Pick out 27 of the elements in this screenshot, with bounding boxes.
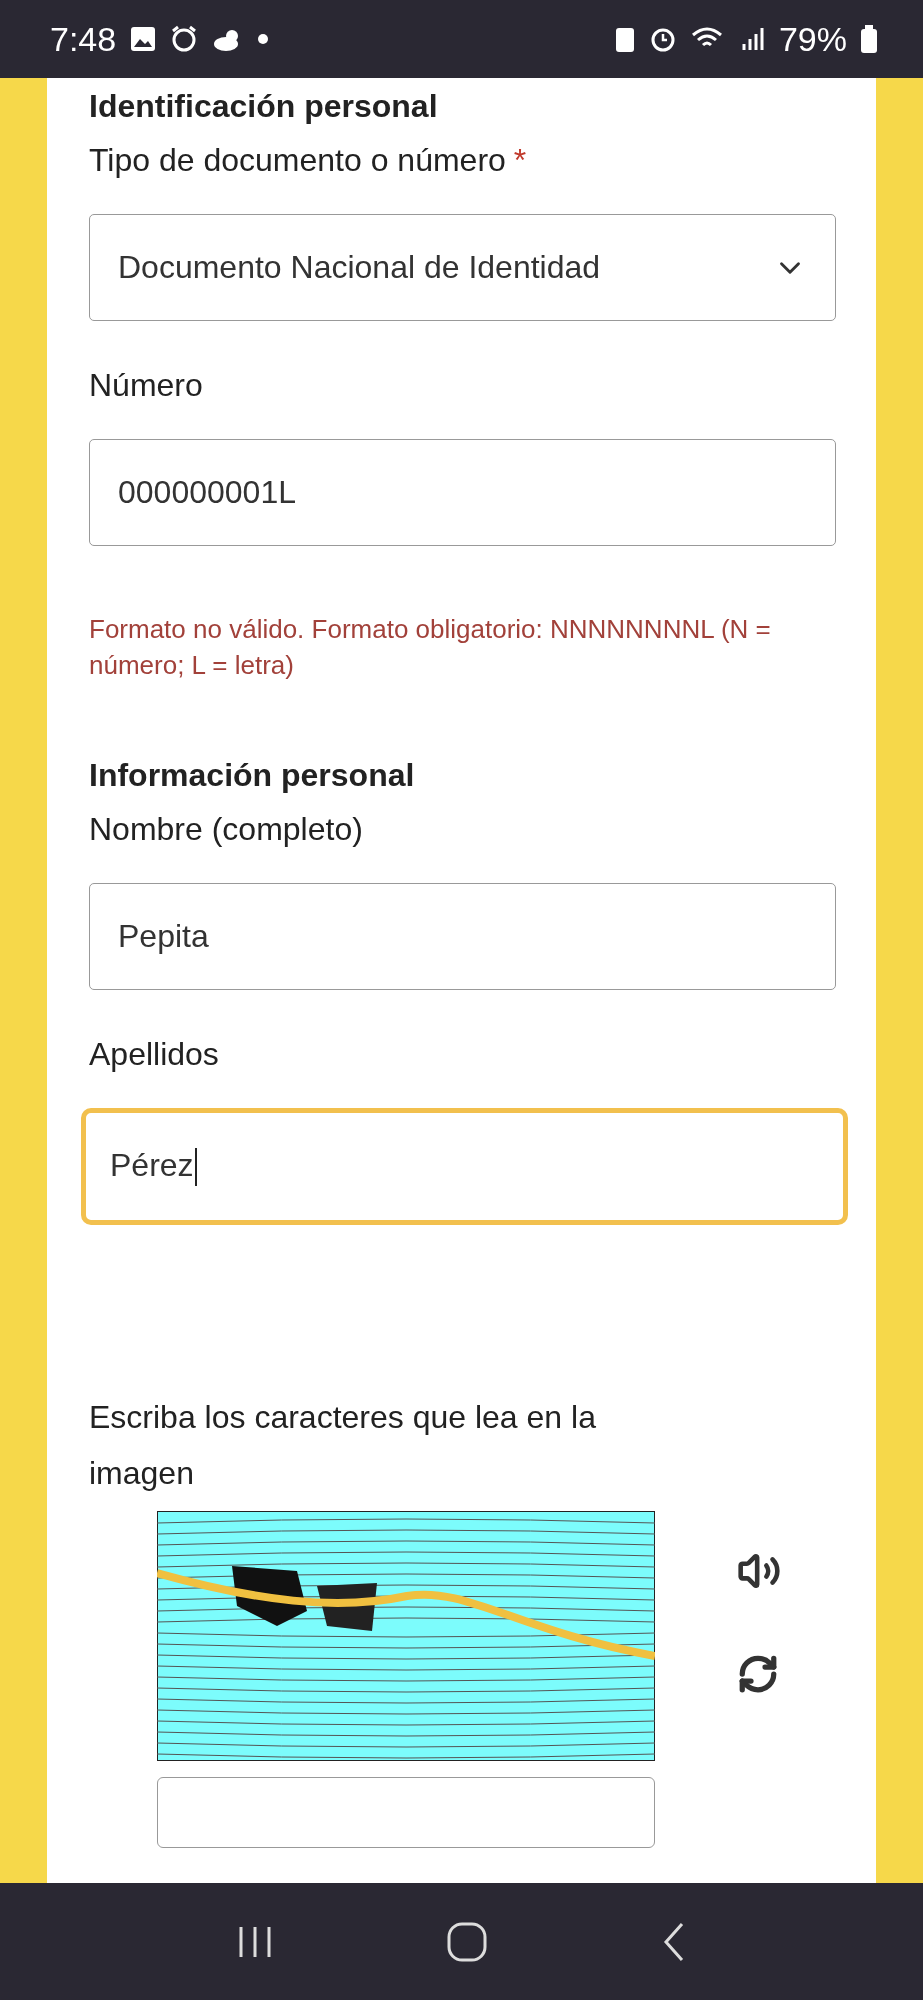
section-heading: Identificación personal — [89, 87, 439, 126]
text-input-field[interactable]: Pepita — [89, 883, 836, 990]
captcha-label: Escriba los caracteres que lea en la imagen — [89, 1398, 597, 1493]
battery-saver-icon — [614, 25, 635, 53]
notification-dot-icon — [258, 34, 269, 44]
signal-icon — [740, 26, 765, 52]
refresh-icon[interactable] — [737, 1653, 779, 1695]
captcha-input-field[interactable] — [157, 1777, 655, 1848]
text-input-field[interactable]: Pérez — [81, 1108, 848, 1225]
image-icon — [130, 26, 157, 52]
battery-icon — [861, 25, 877, 53]
field-label: Nombre (completo) — [89, 810, 364, 849]
field-label: Tipo de documento o número * — [89, 141, 528, 180]
clock: 7:48 — [50, 19, 117, 59]
home-icon[interactable] — [447, 1921, 488, 1962]
document-type-select[interactable]: Documento Nacional de Identidad — [89, 214, 836, 321]
field-label: Número — [89, 366, 204, 405]
battery-percentage: 79% — [778, 19, 847, 59]
field-label: Apellidos — [89, 1035, 220, 1074]
text-input-field[interactable]: 000000001L — [89, 439, 836, 546]
back-icon[interactable] — [661, 1921, 686, 1962]
error-message: Formato no válido. Formato obligatorio: NNNNNNNNL (N = número; L = letra) — [89, 613, 772, 682]
text-cursor — [194, 1148, 197, 1187]
section-heading: Información personal — [89, 756, 416, 795]
required-mark: * — [513, 142, 527, 178]
recent-apps-icon[interactable] — [237, 1924, 274, 1959]
alarm-icon — [170, 25, 199, 53]
